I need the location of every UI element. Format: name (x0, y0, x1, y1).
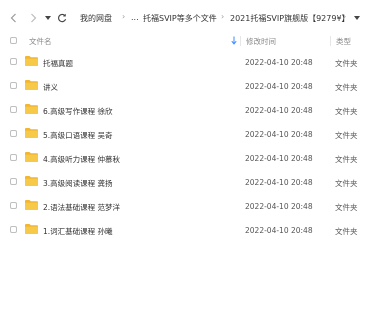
column-divider[interactable] (330, 36, 331, 46)
select-all-checkbox[interactable] (10, 37, 17, 44)
column-type[interactable]: 类型 (336, 36, 351, 47)
file-modified: 2022-04-10 20:48 (245, 178, 313, 187)
forward-button[interactable] (26, 11, 40, 25)
file-name[interactable]: 3.高级阅读课程 龚扬 (43, 178, 113, 189)
file-type: 文件夹 (335, 155, 358, 164)
column-modified[interactable]: 修改时间 (246, 36, 276, 47)
file-modified: 2022-04-10 20:48 (245, 106, 313, 115)
row-checkbox[interactable] (10, 82, 17, 89)
file-type: 文件夹 (335, 203, 358, 212)
file-modified: 2022-04-10 20:48 (245, 58, 313, 67)
folder-icon (25, 80, 38, 90)
arrow-down-icon[interactable] (231, 36, 237, 45)
file-modified: 2022-04-10 20:48 (245, 82, 313, 91)
row-checkbox[interactable] (10, 130, 17, 137)
folder-icon (25, 152, 38, 162)
row-checkbox[interactable] (10, 178, 17, 185)
folder-icon (25, 104, 38, 114)
back-button[interactable] (6, 11, 20, 25)
file-name[interactable]: 1.词汇基础课程 孙曦 (43, 226, 113, 237)
file-type: 文件夹 (335, 227, 358, 236)
file-modified: 2022-04-10 20:48 (245, 154, 313, 163)
caret-down-icon (354, 16, 360, 20)
table-row[interactable]: 6.高级写作课程 徐欣 2022-04-10 20:48 文件夹 (0, 98, 381, 122)
file-name[interactable]: 托福真题 (43, 58, 73, 69)
file-modified: 2022-04-10 20:48 (245, 130, 313, 139)
folder-icon (25, 200, 38, 210)
row-checkbox[interactable] (10, 154, 17, 161)
table-row[interactable]: 讲义 2022-04-10 20:48 文件夹 (0, 74, 381, 98)
folder-icon (25, 128, 38, 138)
file-name[interactable]: 讲义 (43, 82, 58, 93)
table-row[interactable]: 1.词汇基础课程 孙曦 2022-04-10 20:48 文件夹 (0, 218, 381, 242)
toolbar: 我的网盘 › ... › 托福SVIP等多个文件 2021托福SVIP旗舰版【9… (0, 0, 381, 34)
file-modified: 2022-04-10 20:48 (245, 226, 313, 235)
breadcrumb-item[interactable]: 2021托福SVIP旗舰版【9279¥】 (230, 13, 350, 24)
table-row[interactable]: 2.语法基础课程 范梦洋 2022-04-10 20:48 文件夹 (0, 194, 381, 218)
file-name[interactable]: 6.高级写作课程 徐欣 (43, 106, 113, 117)
folder-icon (25, 176, 38, 186)
table-row[interactable]: 托福真题 2022-04-10 20:48 文件夹 (0, 50, 381, 74)
row-checkbox[interactable] (10, 106, 17, 113)
file-type: 文件夹 (335, 83, 358, 92)
refresh-button[interactable] (56, 11, 68, 25)
caret-down-icon (45, 16, 51, 20)
file-name[interactable]: 5.高级口语课程 吴奇 (43, 130, 113, 141)
table-row[interactable]: 4.高级听力课程 仲慕秋 2022-04-10 20:48 文件夹 (0, 146, 381, 170)
chevron-left-icon (10, 13, 16, 23)
history-dropdown[interactable] (43, 11, 53, 25)
breadcrumb-item[interactable]: 托福SVIP等多个文件 (143, 13, 217, 24)
folder-icon (25, 224, 38, 234)
path-dropdown[interactable] (352, 11, 362, 25)
column-name[interactable]: 文件名 (29, 36, 52, 47)
file-type: 文件夹 (335, 179, 358, 188)
file-name[interactable]: 2.语法基础课程 范梦洋 (43, 202, 120, 213)
chevron-right-icon (30, 13, 36, 23)
file-modified: 2022-04-10 20:48 (245, 202, 313, 211)
breadcrumb-item[interactable]: 我的网盘 (80, 13, 112, 24)
row-checkbox[interactable] (10, 58, 17, 65)
row-checkbox[interactable] (10, 202, 17, 209)
breadcrumb-separator: › (221, 12, 225, 21)
breadcrumb-separator: › (122, 12, 126, 21)
column-divider[interactable] (240, 36, 241, 46)
table-row[interactable]: 3.高级阅读课程 龚扬 2022-04-10 20:48 文件夹 (0, 170, 381, 194)
column-header: 文件名 修改时间 类型 (0, 34, 381, 48)
file-name[interactable]: 4.高级听力课程 仲慕秋 (43, 154, 120, 165)
file-type: 文件夹 (335, 107, 358, 116)
file-type: 文件夹 (335, 59, 358, 68)
breadcrumb-item[interactable]: ... (131, 13, 139, 22)
folder-icon (25, 56, 38, 66)
breadcrumb-separator: › (343, 12, 347, 21)
refresh-icon (58, 13, 67, 23)
table-row[interactable]: 5.高级口语课程 吴奇 2022-04-10 20:48 文件夹 (0, 122, 381, 146)
file-type: 文件夹 (335, 131, 358, 140)
row-checkbox[interactable] (10, 226, 17, 233)
